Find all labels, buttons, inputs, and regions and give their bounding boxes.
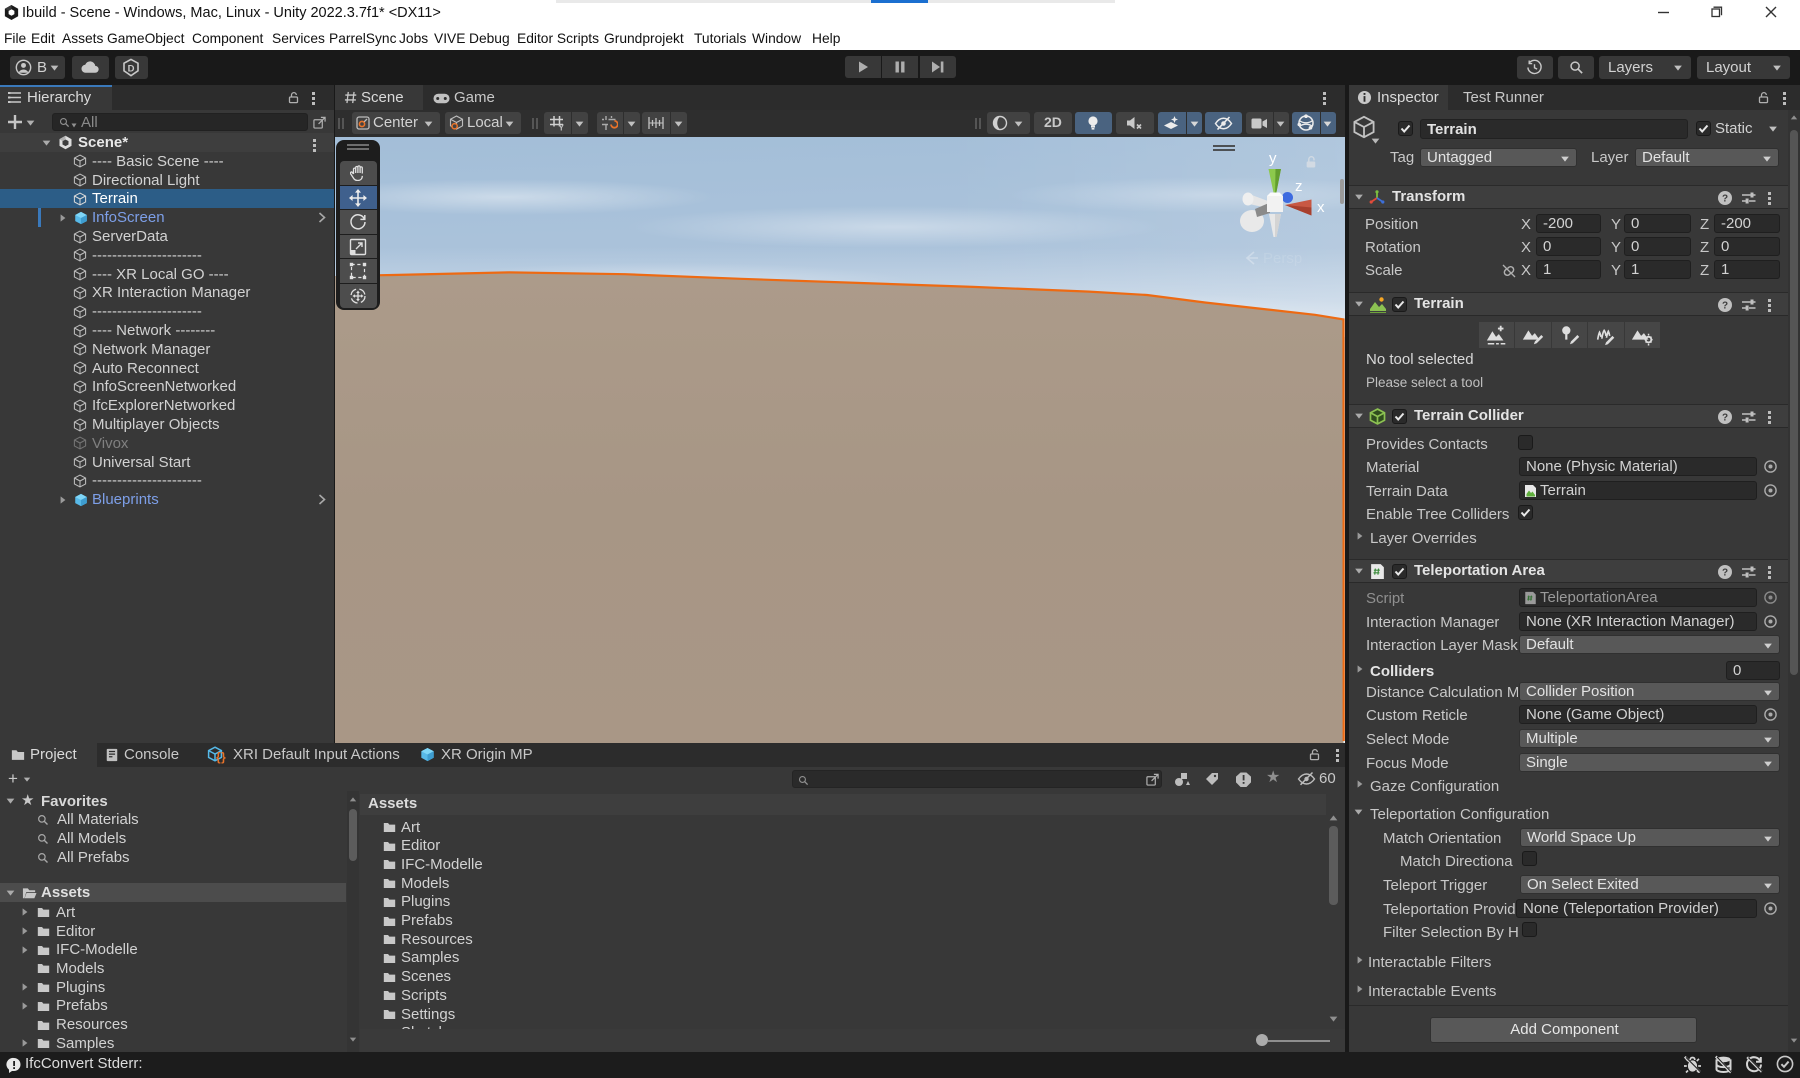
svg-text:z: z: [1295, 178, 1303, 195]
svg-text:?: ?: [1722, 194, 1728, 205]
svg-text:?: ?: [1722, 301, 1728, 312]
svg-text:Y: Y: [559, 124, 565, 131]
svg-text:x: x: [1317, 199, 1325, 216]
svg-text:D: D: [128, 63, 135, 74]
svg-text:?: ?: [1722, 568, 1728, 579]
svg-text:?: ?: [1722, 413, 1728, 424]
svg-text:y: y: [1269, 150, 1277, 167]
